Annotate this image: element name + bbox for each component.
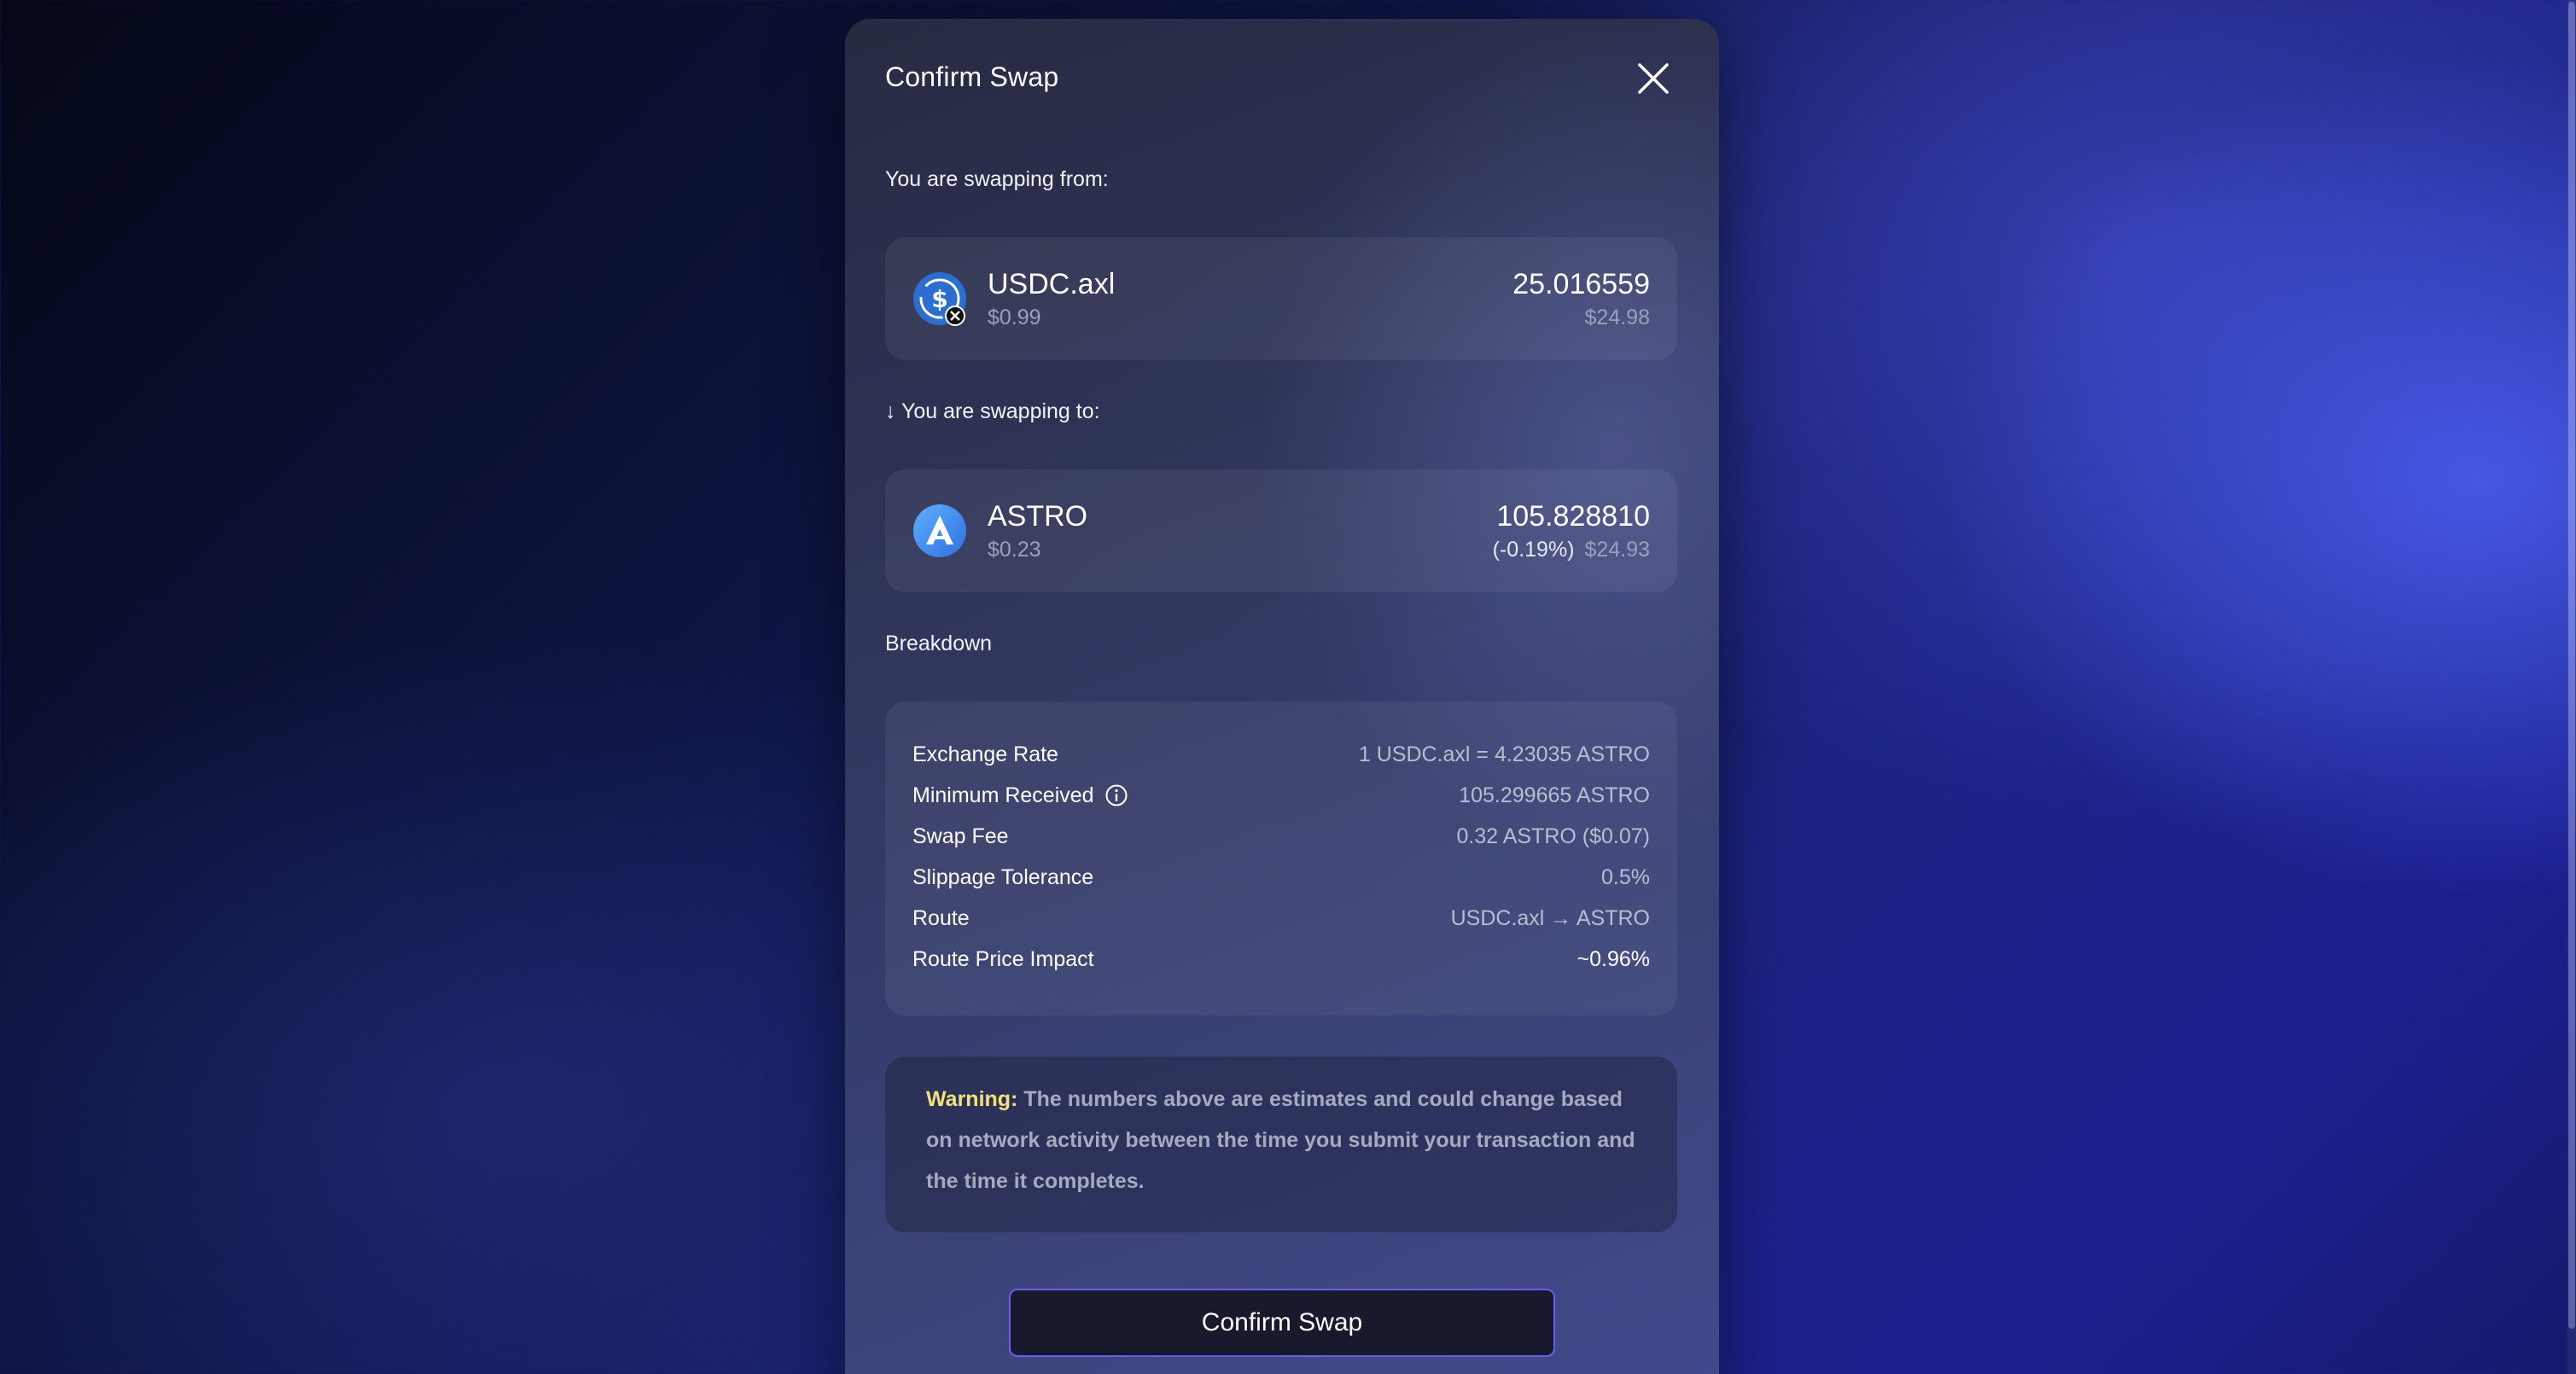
from-token-card: $ USDC.axl $0.99 25.016559 $24.98 — [885, 237, 1677, 360]
breakdown-value: USDC.axl → ASTRO — [1450, 905, 1650, 930]
breakdown-value: 0.5% — [1601, 865, 1650, 889]
from-token-usd-value: $24.98 — [1584, 306, 1650, 329]
swap-from-label: You are swapping from: — [885, 167, 1109, 191]
breakdown-label: Route Price Impact — [912, 946, 1094, 971]
to-token-price: $0.23 — [988, 538, 1041, 562]
swap-to-label-row: ↓ You are swapping to: — [885, 399, 1100, 424]
from-token-amount: 25.016559 — [1512, 268, 1650, 300]
breakdown-value: ~0.96% — [1576, 946, 1651, 971]
close-icon — [1638, 63, 1669, 94]
to-token-usd-row: (-0.19%) $24.93 — [1493, 538, 1650, 562]
warning-message: The numbers above are estimates and coul… — [926, 1087, 1635, 1193]
breakdown-row-minimum-received: Minimum Received 105.299665 ASTRO — [912, 780, 1650, 811]
breakdown-row-swap-fee: Swap Fee 0.32 ASTRO ($0.07) — [912, 821, 1650, 852]
breakdown-label: Route — [912, 905, 970, 930]
to-token-symbol: ASTRO — [988, 500, 1088, 533]
close-button[interactable] — [1635, 60, 1672, 97]
info-icon[interactable] — [1104, 783, 1128, 807]
arrow-down-icon: ↓ — [885, 399, 896, 423]
confirm-swap-button[interactable]: Confirm Swap — [1009, 1289, 1555, 1357]
astro-token-icon — [912, 504, 967, 558]
to-token-amount: 105.828810 — [1496, 500, 1650, 533]
warning-text-block: Warning: The numbers above are estimates… — [926, 1079, 1652, 1202]
svg-text:$: $ — [931, 285, 947, 313]
breakdown-row-exchange-rate: Exchange Rate 1 USDC.axl = 4.23035 ASTRO — [912, 739, 1650, 770]
swap-to-label: You are swapping to: — [901, 399, 1100, 423]
to-token-card: ASTRO $0.23 105.828810 (-0.19%) $24.93 — [885, 469, 1677, 592]
breakdown-row-route: Route USDC.axl → ASTRO — [912, 903, 1650, 934]
confirm-swap-modal: Confirm Swap You are swapping from: $ US… — [845, 19, 1719, 1374]
from-token-price: $0.99 — [988, 306, 1041, 329]
to-token-usd-value: $24.93 — [1584, 538, 1650, 562]
warning-prefix: Warning: — [926, 1087, 1018, 1111]
from-token-symbol: USDC.axl — [988, 268, 1116, 300]
breakdown-title: Breakdown — [885, 632, 993, 655]
price-impact: (-0.19%) — [1492, 538, 1575, 562]
breakdown-label: Slippage Tolerance — [912, 865, 1094, 889]
breakdown-label: Minimum Received — [912, 783, 1094, 807]
usdc-axl-token-icon: $ — [912, 271, 967, 326]
modal-title: Confirm Swap — [885, 61, 1059, 92]
breakdown-row-route-price-impact: Route Price Impact ~0.96% — [912, 944, 1650, 975]
breakdown-value: 105.299665 ASTRO — [1459, 783, 1650, 807]
breakdown-row-slippage-tolerance: Slippage Tolerance 0.5% — [912, 862, 1650, 893]
breakdown-label: Swap Fee — [912, 824, 1009, 848]
breakdown-label: Exchange Rate — [912, 742, 1058, 766]
warning-card: Warning: The numbers above are estimates… — [885, 1057, 1677, 1232]
breakdown-card: Exchange Rate 1 USDC.axl = 4.23035 ASTRO… — [885, 702, 1677, 1016]
breakdown-value: 1 USDC.axl = 4.23035 ASTRO — [1358, 742, 1650, 766]
breakdown-value: 0.32 ASTRO ($0.07) — [1456, 824, 1650, 848]
scrollbar-thumb[interactable] — [2568, 2, 2575, 1329]
page-scrollbar[interactable] — [2567, 0, 2576, 1374]
